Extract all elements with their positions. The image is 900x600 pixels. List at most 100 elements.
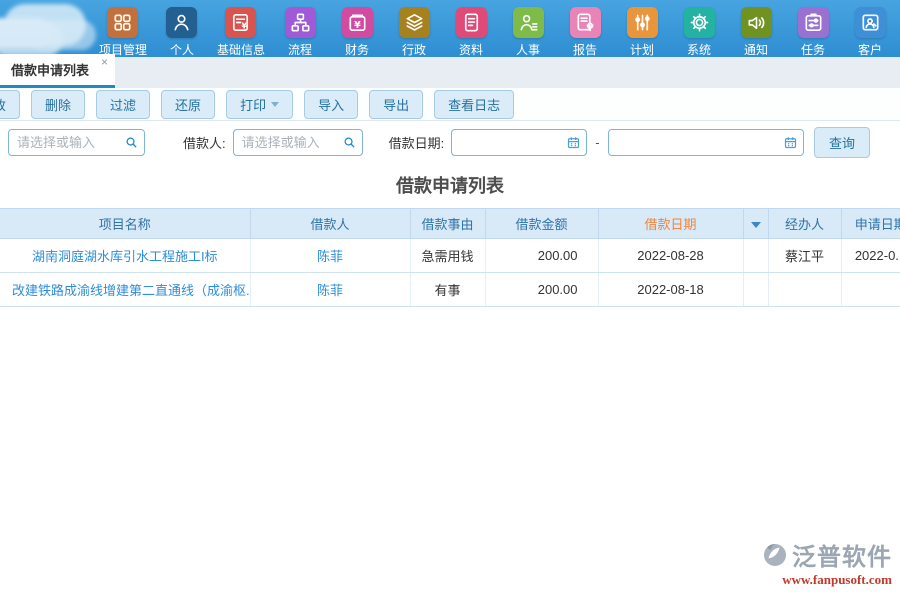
filter-button[interactable]: 过滤 [96,90,150,119]
filter-bar: 借款人: 借款日期: - 查询 [0,121,900,163]
column-header-project[interactable]: 项目名称 [0,209,250,239]
tab-loan-application-list[interactable]: 借款申请列表 × [0,54,115,88]
column-header-loan-date[interactable]: 借款日期 [598,209,743,239]
yen-box-icon: ¥ [342,7,373,38]
brand-url: www.fanpusoft.com [762,572,892,588]
person-list-icon [513,7,544,38]
apply-date-cell: 2022-0... [841,239,900,273]
report-mic-icon [570,7,601,38]
loan-date-cell: 2022-08-28 [598,239,743,273]
task-board-icon [798,7,829,38]
import-button[interactable]: 导入 [304,90,358,119]
project-link[interactable]: 湖南洞庭湖水库引水工程施工I标 [0,239,250,273]
apply-date-cell [841,273,900,307]
column-header-apply-date[interactable]: 申请日期 [841,209,900,239]
reason-cell: 有事 [410,273,485,307]
calendar-icon[interactable] [566,135,581,150]
nav-item-label: 通知 [744,41,768,57]
nav-item-label: 系统 [687,41,711,57]
borrower-link[interactable]: 陈菲 [250,273,410,307]
calendar-icon[interactable] [783,135,798,150]
loan-date-to-input[interactable] [608,129,804,156]
document-icon [456,7,487,38]
grid-icon [107,7,138,38]
borrower-label: 借款人: [183,133,226,152]
nav-item-label: 基础信息 [217,41,265,57]
app-window: 项目管理 个人 ¥ 基础信息 流程 [0,0,900,600]
person-icon [166,7,197,38]
nav-item-plans[interactable]: 计划 [620,7,664,57]
sort-spacer-cell [743,273,768,307]
loan-date-cell: 2022-08-18 [598,273,743,307]
nav-item-label: 人事 [516,41,540,57]
gear-icon [684,7,715,38]
column-header-borrower[interactable]: 借款人 [250,209,410,239]
loan-table-container: 项目名称 借款人 借款事由 借款金额 借款日期 经办人 申请日期 湖南洞庭湖水库… [0,208,900,307]
fanpu-logo-icon [762,542,788,568]
toolbar: 修改 删除 过滤 还原 打印 导入 导出 查看日志 [0,88,900,121]
project-link[interactable]: 改建铁路成渝线增建第二直通线（成渝枢... [0,273,250,307]
nav-item-workflow[interactable]: 流程 [278,7,322,57]
edit-button[interactable]: 修改 [0,90,20,119]
column-sort-cell[interactable] [743,209,768,239]
search-icon[interactable] [124,135,139,150]
nav-item-hr[interactable]: 人事 [506,7,550,57]
nav-item-customers[interactable]: 客户 [848,7,892,57]
column-header-amount[interactable]: 借款金额 [485,209,598,239]
tab-close-icon[interactable]: × [101,55,108,69]
column-header-handler[interactable]: 经办人 [768,209,841,239]
amount-cell: 200.00 [485,273,598,307]
nav-item-system[interactable]: 系统 [677,7,721,57]
brand-footer: 泛普软件 www.fanpusoft.com [762,537,892,588]
loan-table: 项目名称 借款人 借款事由 借款金额 借款日期 经办人 申请日期 湖南洞庭湖水库… [0,208,900,307]
nav-item-label: 流程 [288,41,312,57]
nav-item-administration[interactable]: 行政 [392,7,436,57]
svg-text:¥: ¥ [354,20,361,31]
speaker-icon [741,7,772,38]
layers-icon [399,7,430,38]
nav-item-label: 资料 [459,41,483,57]
nav-item-label: 行政 [402,41,426,57]
top-bar: 项目管理 个人 ¥ 基础信息 流程 [0,0,900,57]
table-row[interactable]: 改建铁路成渝线增建第二直通线（成渝枢... 陈菲 有事 200.00 2022-… [0,273,900,307]
table-header-row: 项目名称 借款人 借款事由 借款金额 借款日期 经办人 申请日期 [0,209,900,239]
column-header-reason[interactable]: 借款事由 [410,209,485,239]
reason-cell: 急需用钱 [410,239,485,273]
nav-item-notifications[interactable]: 通知 [734,7,778,57]
nav-item-label: 报告 [573,41,597,57]
sliders-icon [627,7,658,38]
print-button[interactable]: 打印 [226,90,293,119]
page-title: 借款申请列表 [0,163,900,208]
tab-title: 借款申请列表 [11,63,89,78]
customer-icon [855,7,886,38]
table-row[interactable]: 湖南洞庭湖水库引水工程施工I标 陈菲 急需用钱 200.00 2022-08-2… [0,239,900,273]
tab-bar: 借款申请列表 × [0,57,900,88]
nav-item-reports[interactable]: 报告 [563,7,607,57]
brand-name: 泛普软件 [792,537,892,572]
sort-spacer-cell [743,239,768,273]
handler-cell [768,273,841,307]
chevron-down-icon [271,102,279,107]
query-button[interactable]: 查询 [814,127,870,158]
nav-item-basic-info[interactable]: ¥ 基础信息 [217,7,265,57]
date-range-separator: - [595,135,599,150]
cloud-decoration [0,18,52,48]
nav-item-tasks[interactable]: 任务 [791,7,835,57]
nav-item-project-management[interactable]: 项目管理 [99,7,147,57]
export-button[interactable]: 导出 [369,90,423,119]
nav-item-documents[interactable]: 资料 [449,7,493,57]
nav-item-personal[interactable]: 个人 [160,7,204,57]
handler-cell: 蔡江平 [768,239,841,273]
restore-button[interactable]: 还原 [161,90,215,119]
borrower-link[interactable]: 陈菲 [250,239,410,273]
nav-item-label: 计划 [630,41,654,57]
delete-button[interactable]: 删除 [31,90,85,119]
nav-item-finance[interactable]: ¥ 财务 [335,7,379,57]
nav-item-label: 财务 [345,41,369,57]
main-nav: 项目管理 个人 ¥ 基础信息 流程 [99,0,892,57]
search-icon[interactable] [342,135,357,150]
amount-cell: 200.00 [485,239,598,273]
nav-item-label: 客户 [858,41,882,57]
view-log-button[interactable]: 查看日志 [434,90,514,119]
sort-dropdown-icon[interactable] [751,222,761,228]
